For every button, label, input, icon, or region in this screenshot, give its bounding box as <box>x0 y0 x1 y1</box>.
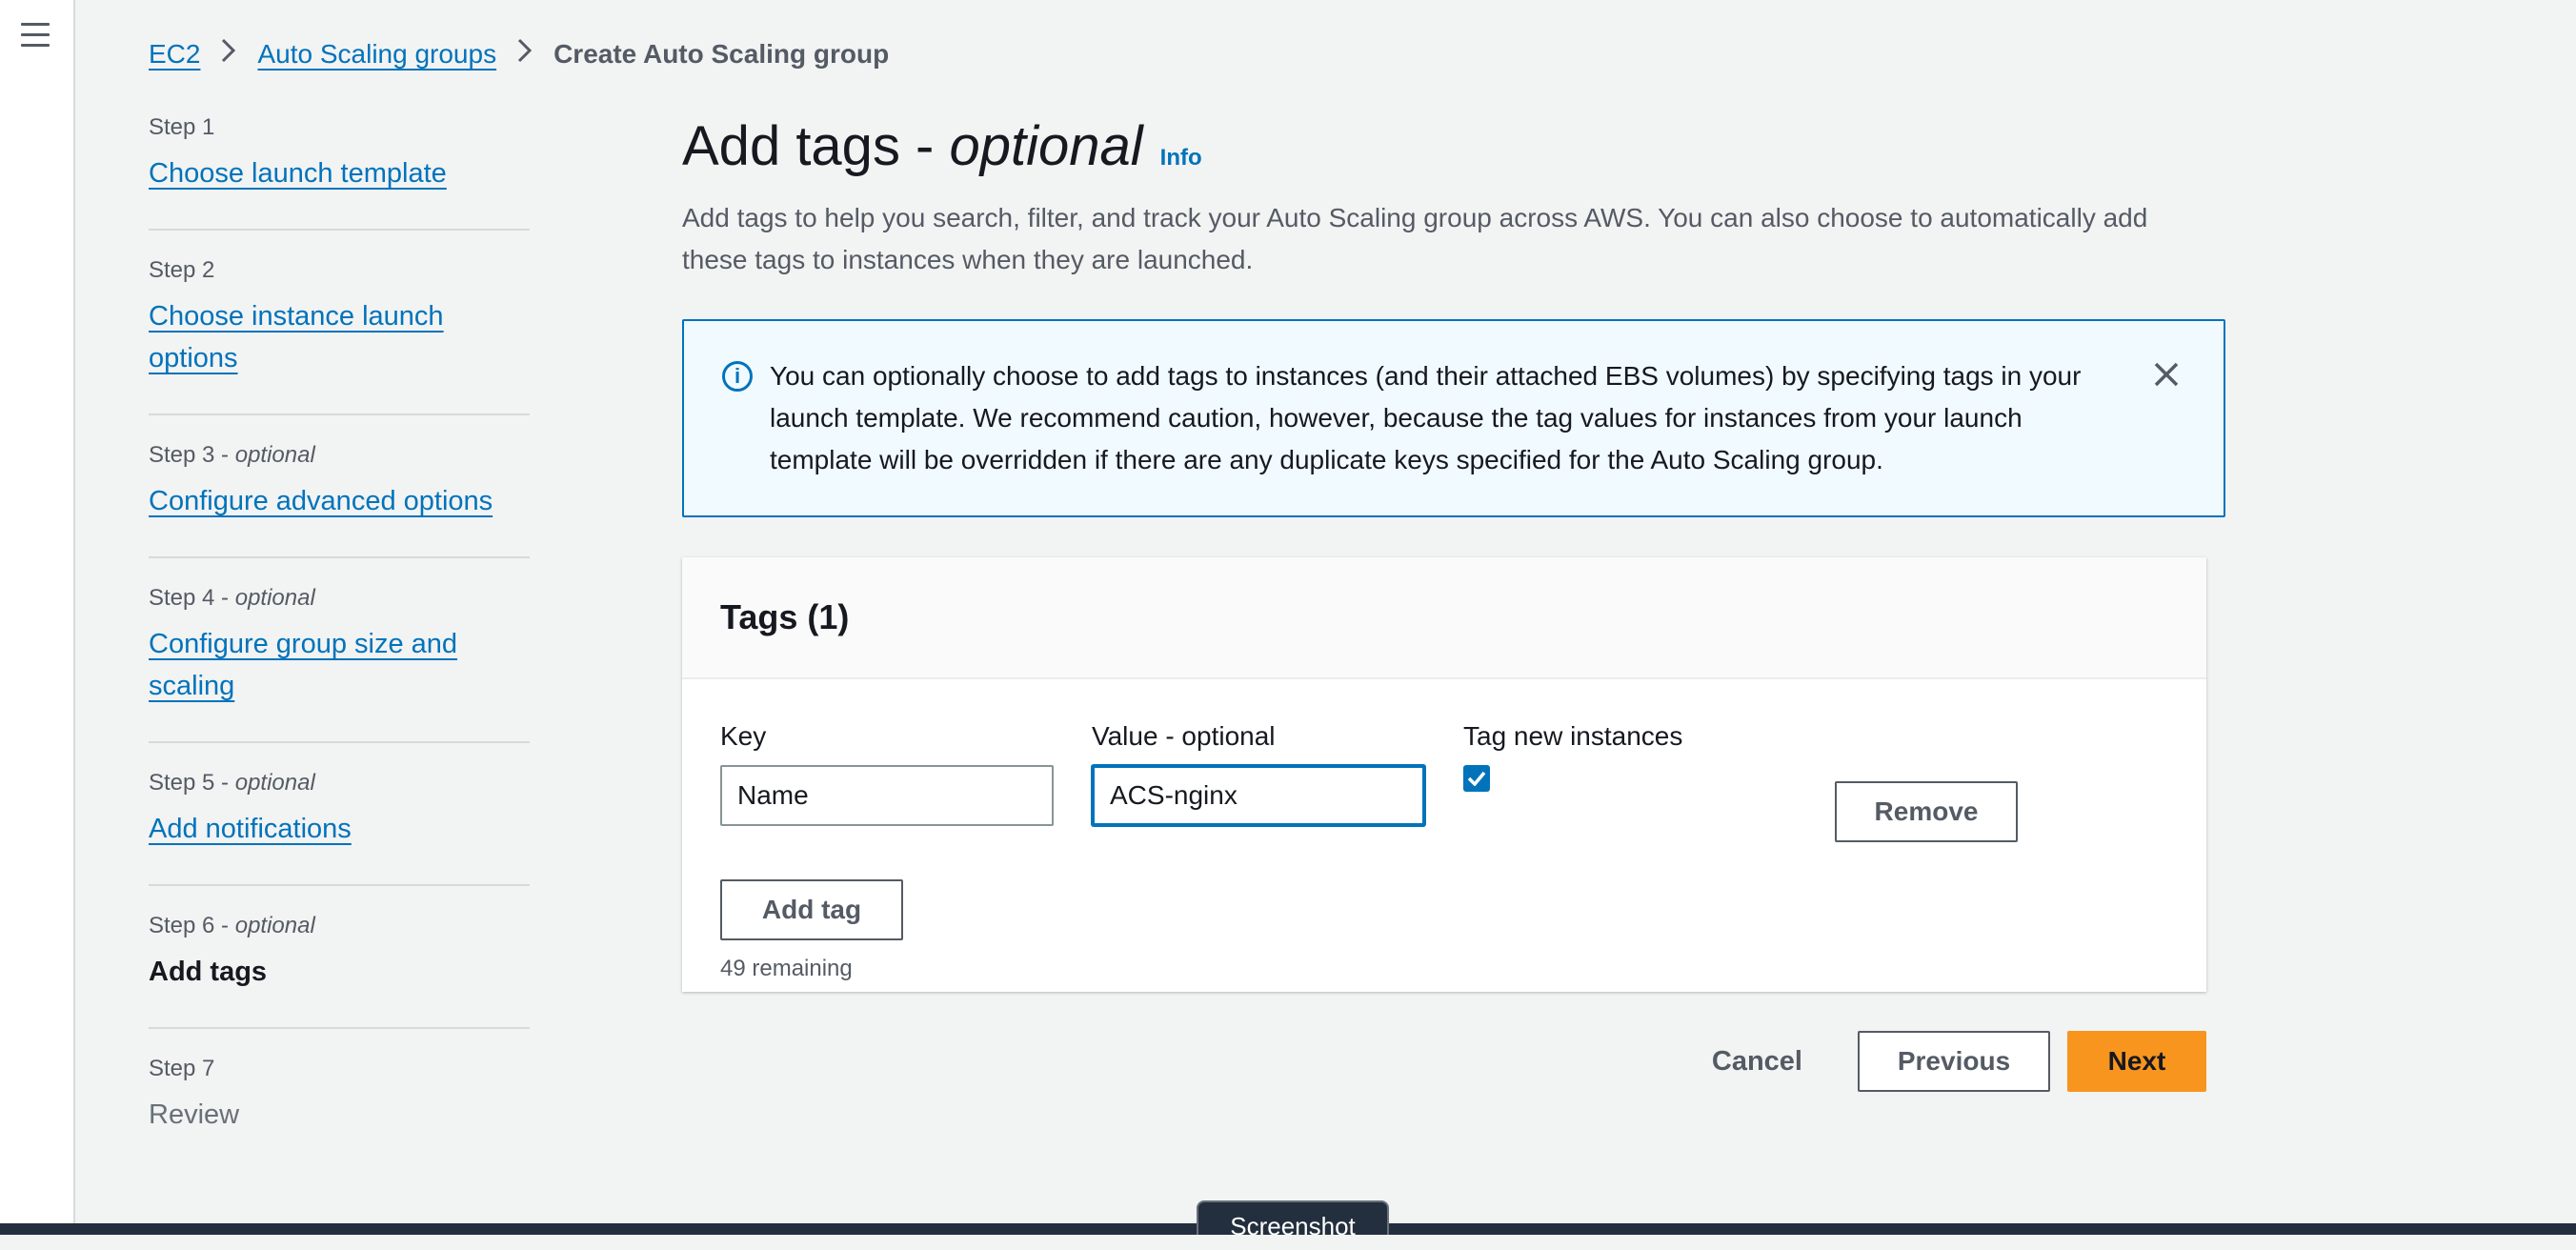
close-icon[interactable] <box>2147 355 2185 393</box>
cancel-button[interactable]: Cancel <box>1674 1031 1841 1092</box>
hamburger-menu-icon[interactable] <box>21 23 50 48</box>
next-button[interactable]: Next <box>2067 1031 2206 1092</box>
wizard-step-6: Step 6 - optional Add tags <box>149 913 530 1029</box>
chevron-right-icon <box>517 38 533 71</box>
info-link[interactable]: Info <box>1160 145 1202 171</box>
tags-remaining-count: 49 remaining <box>720 956 853 981</box>
info-circle-icon: i <box>722 361 753 392</box>
page-title: Add tags - optional Info <box>682 115 1202 177</box>
value-label: Value - optional <box>1092 721 1276 751</box>
page-description: Add tags to help you search, filter, and… <box>682 203 2148 274</box>
key-label: Key <box>720 721 767 751</box>
main-content: Add tags - optional Info Add tags to hel… <box>682 114 2225 992</box>
wizard-step-2: Step 2 Choose instance launch options <box>149 257 530 415</box>
tags-panel-body: Key Value - optional Tag new instances R… <box>682 679 2206 992</box>
tags-panel-header: Tags (1) <box>682 557 2206 679</box>
tags-panel: Tags (1) Key Value - optional Tag new in… <box>682 557 2206 992</box>
alert-text: You can optionally choose to add tags to… <box>770 361 2082 474</box>
breadcrumb-asg-link[interactable]: Auto Scaling groups <box>257 39 496 70</box>
info-alert: i You can optionally choose to add tags … <box>682 319 2225 517</box>
breadcrumb-current: Create Auto Scaling group <box>553 39 890 69</box>
step-label: Step 7 <box>149 1056 215 1081</box>
step-link-configure-group-size[interactable]: Configure group size and scaling <box>149 623 473 707</box>
step-link-choose-instance-launch-options[interactable]: Choose instance launch options <box>149 301 444 373</box>
step-label: Step 2 <box>149 257 215 283</box>
checkmark-icon <box>1467 771 1486 786</box>
tag-value-input[interactable] <box>1092 765 1425 826</box>
wizard-step-3: Step 3 - optional Configure advanced opt… <box>149 442 530 558</box>
screenshot-tab[interactable]: Screenshot <box>1197 1200 1389 1240</box>
tag-new-instances-field: Tag new instances <box>1463 721 1682 792</box>
step-link-add-notifications[interactable]: Add notifications <box>149 814 352 844</box>
step-link-choose-launch-template[interactable]: Choose launch template <box>149 158 447 189</box>
chevron-right-icon <box>221 38 236 71</box>
value-field: Value - optional <box>1092 721 1425 826</box>
previous-button[interactable]: Previous <box>1858 1031 2050 1092</box>
tag-key-input[interactable] <box>720 765 1054 826</box>
wizard-step-1: Step 1 Choose launch template <box>149 114 530 231</box>
tag-new-instances-label: Tag new instances <box>1463 721 1683 751</box>
step-label: Step 3 - optional <box>149 442 315 468</box>
side-nav-rail <box>0 0 75 1225</box>
remove-tag-button[interactable]: Remove <box>1835 781 2018 842</box>
wizard-steps-nav: Step 1 Choose launch template Step 2 Cho… <box>149 114 530 1197</box>
step-label: Step 5 - optional <box>149 770 315 796</box>
tags-heading: Tags (1) <box>720 597 850 636</box>
wizard-footer-actions: Cancel Previous Next <box>682 1031 2206 1092</box>
step-label: Step 1 <box>149 114 215 140</box>
breadcrumb-ec2-link[interactable]: EC2 <box>149 39 200 70</box>
wizard-step-4: Step 4 - optional Configure group size a… <box>149 585 530 743</box>
tag-new-instances-checkbox[interactable] <box>1463 765 1490 792</box>
wizard-step-5: Step 5 - optional Add notifications <box>149 770 530 886</box>
step-label: Step 4 - optional <box>149 585 315 611</box>
step-review-disabled: Review <box>149 1099 240 1130</box>
key-field: Key <box>720 721 1054 826</box>
wizard-step-7: Step 7 Review <box>149 1056 530 1170</box>
breadcrumb: EC2 Auto Scaling groups Create Auto Scal… <box>149 38 889 71</box>
step-label: Step 6 - optional <box>149 913 315 938</box>
step-current-add-tags: Add tags <box>149 957 268 987</box>
step-link-configure-advanced-options[interactable]: Configure advanced options <box>149 486 493 516</box>
add-tag-button[interactable]: Add tag <box>720 879 903 940</box>
